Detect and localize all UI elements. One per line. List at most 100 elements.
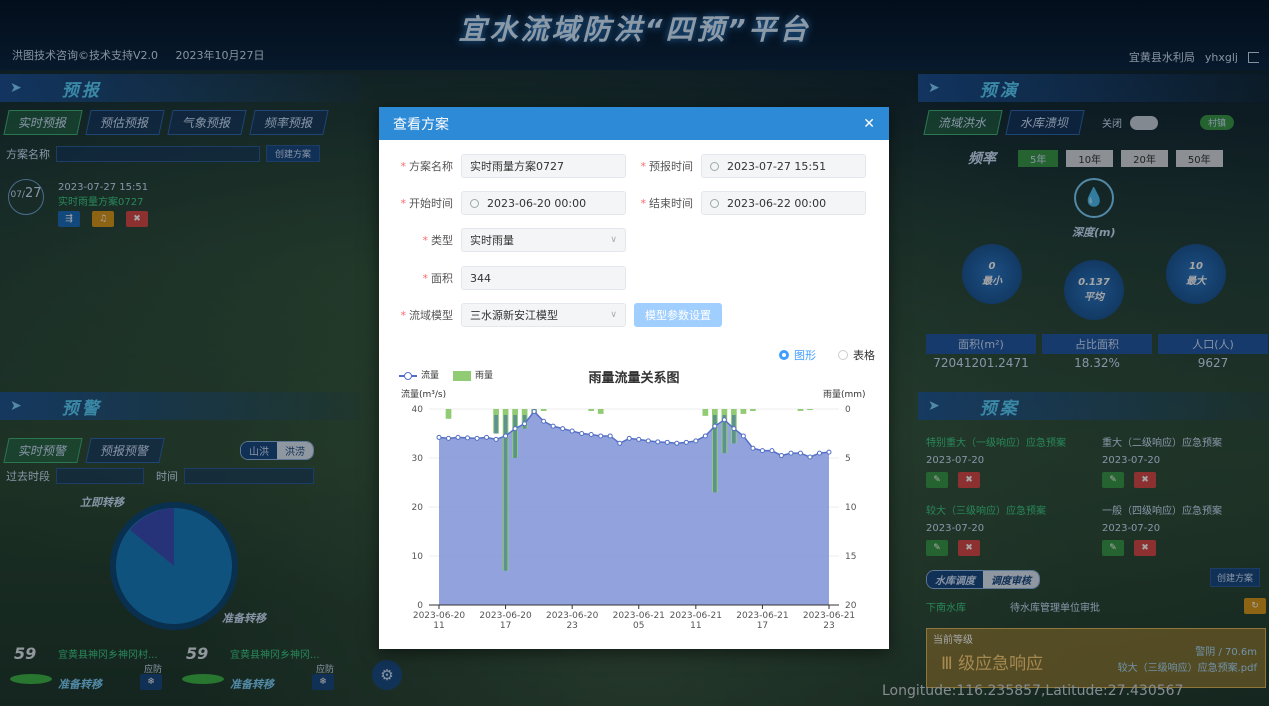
x-tick-label: 2023-06-21 — [670, 611, 722, 621]
area-field[interactable]: 344 — [461, 266, 626, 290]
clock-icon — [710, 198, 719, 208]
rain-bar — [540, 409, 547, 411]
rain-bar-overlap — [494, 415, 498, 434]
rain-bar — [797, 409, 804, 411]
flow-point — [740, 433, 746, 439]
rain-bar — [740, 409, 747, 414]
flow-point — [550, 423, 556, 429]
x-tick-label: 11 — [690, 621, 701, 631]
flow-point — [626, 435, 632, 441]
flow-point — [522, 421, 528, 427]
flow-point — [607, 433, 613, 439]
x-tick-label: 2023-06-20 — [546, 611, 599, 621]
end-time-field[interactable]: 2023-06-22 00:00 — [701, 191, 866, 215]
flow-point — [683, 439, 689, 445]
forecast-time-field[interactable]: 2023-07-27 15:51 — [701, 154, 866, 178]
x-tick-label: 2023-06-21 — [736, 611, 788, 621]
flow-point — [778, 453, 784, 459]
flow-point — [797, 450, 803, 456]
flow-point — [503, 433, 509, 439]
flow-point — [664, 439, 670, 445]
y-tick-label: 10 — [412, 552, 424, 562]
flow-point — [560, 426, 566, 432]
flow-point — [465, 435, 471, 441]
rain-bar — [597, 409, 604, 414]
y2-tick-label: 15 — [845, 552, 856, 562]
flow-point — [588, 431, 594, 437]
start-time-row: * 开始时间 2023-06-20 00:00 — [379, 191, 626, 215]
x-tick-label: 2023-06-21 — [803, 611, 855, 621]
view-mode-radios: 图形 表格 — [779, 347, 875, 363]
flow-point — [721, 417, 727, 423]
end-time-row: * 结束时间 2023-06-22 00:00 — [619, 191, 866, 215]
rain-bar — [445, 409, 452, 419]
flow-point — [807, 454, 813, 460]
area-row: * 面积 344 — [379, 266, 626, 290]
radio-table[interactable]: 表格 — [838, 347, 875, 363]
flow-point — [531, 408, 537, 414]
flow-point — [826, 449, 832, 455]
chevron-down-icon: ∨ — [610, 235, 617, 245]
flow-point — [474, 435, 480, 441]
flow-point — [674, 440, 680, 446]
start-time-field[interactable]: 2023-06-20 00:00 — [461, 191, 626, 215]
model-select[interactable]: 三水源新安江模型 ∨ — [461, 303, 626, 327]
rain-bar — [807, 409, 813, 410]
flow-point — [569, 428, 575, 434]
flow-point — [446, 435, 452, 441]
x-tick-label: 2023-06-20 — [479, 611, 532, 621]
close-icon[interactable]: ✕ — [863, 116, 875, 132]
dialog-title: 查看方案 — [393, 116, 449, 133]
y2-tick-label: 5 — [845, 454, 851, 464]
flow-point — [759, 448, 765, 454]
y2-tick-label: 0 — [845, 405, 851, 415]
y-tick-label: 40 — [412, 405, 424, 415]
x-tick-label: 11 — [433, 621, 444, 631]
forecast-time-row: * 预报时间 2023-07-27 15:51 — [619, 154, 866, 178]
rain-bar-overlap — [513, 415, 517, 458]
clock-icon — [470, 198, 479, 208]
x-tick-label: 23 — [823, 621, 834, 631]
plan-name-field[interactable]: 实时雨量方案0727 — [461, 154, 626, 178]
flow-point — [484, 434, 490, 440]
y2-axis-label: 雨量(mm) — [823, 389, 866, 400]
flow-point — [579, 431, 585, 436]
x-tick-label: 17 — [500, 621, 511, 631]
flow-point — [617, 440, 623, 446]
radio-graph[interactable]: 图形 — [779, 347, 816, 363]
flow-point — [512, 426, 518, 432]
flow-point — [750, 445, 756, 451]
x-tick-label: 23 — [566, 621, 577, 631]
x-tick-label: 2023-06-21 — [613, 611, 665, 621]
flow-point — [436, 434, 442, 440]
rain-bar — [750, 409, 756, 411]
y2-tick-label: 20 — [845, 601, 857, 611]
chevron-down-icon: ∨ — [610, 310, 617, 320]
model-param-button[interactable]: 模型参数设置 — [634, 303, 722, 327]
x-tick-label: 05 — [633, 621, 644, 631]
flow-point — [712, 423, 718, 429]
plan-name-row: * 方案名称 实时雨量方案0727 — [379, 154, 626, 178]
flow-point — [816, 450, 822, 456]
view-plan-dialog: 查看方案 ✕ * 方案名称 实时雨量方案0727 * 预报时间 2023-07-27… — [379, 107, 889, 649]
flow-point — [455, 434, 461, 440]
x-tick-label: 17 — [757, 621, 768, 631]
type-row: * 类型 实时雨量 ∨ — [379, 228, 626, 252]
rain-bar — [702, 409, 709, 416]
flow-point — [541, 418, 547, 424]
y-tick-label: 30 — [412, 454, 424, 464]
flow-point — [693, 438, 699, 444]
y2-tick-label: 10 — [845, 503, 857, 513]
flow-point — [731, 426, 737, 432]
flow-point — [702, 433, 708, 439]
y-tick-label: 20 — [412, 503, 424, 513]
flow-point — [493, 436, 499, 442]
x-tick-label: 2023-06-20 — [413, 611, 466, 621]
flow-point — [788, 450, 794, 456]
type-select[interactable]: 实时雨量 ∨ — [461, 228, 626, 252]
flow-point — [598, 433, 604, 439]
flow-point — [645, 438, 651, 444]
dialog-header: 查看方案 ✕ — [379, 107, 889, 140]
flow-point — [769, 448, 775, 454]
y-tick-label: 0 — [417, 601, 423, 611]
